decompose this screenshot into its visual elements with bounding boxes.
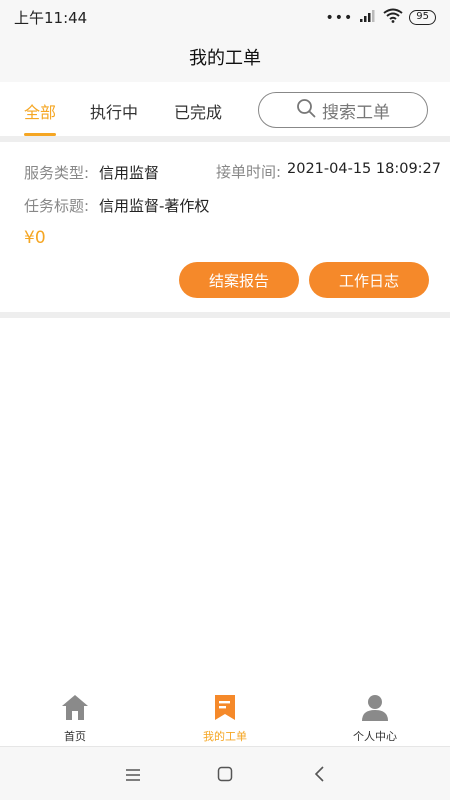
title-bar: 我的工单 — [0, 32, 450, 82]
order-card[interactable]: 服务类型: 信用监督 接单时间: 2021-04-15 18:09:27 任务标… — [0, 142, 450, 312]
menu-icon[interactable] — [125, 767, 141, 786]
accept-time-label: 接单时间: — [216, 163, 282, 181]
order-icon — [210, 692, 240, 726]
case-report-button[interactable]: 结案报告 — [179, 262, 299, 298]
wifi-icon — [383, 8, 403, 27]
system-nav-bar — [0, 746, 450, 800]
task-title-label: 任务标题: — [24, 197, 90, 215]
work-log-button[interactable]: 工作日志 — [309, 262, 429, 298]
order-price: ¥0 — [24, 228, 46, 248]
divider — [0, 312, 450, 318]
nav-profile[interactable]: 个人中心 — [325, 692, 425, 744]
search-icon — [296, 98, 316, 122]
nav-my-orders[interactable]: 我的工单 — [175, 692, 275, 744]
bottom-nav: 首页 我的工单 个人中心 — [0, 688, 450, 746]
tab-bar: 全部 执行中 已完成 搜索工单 — [0, 82, 450, 136]
more-dots: ••• — [325, 9, 354, 26]
signal-icon — [359, 8, 377, 27]
accept-time-value: 2021-04-15 18:09:27 — [287, 161, 441, 177]
status-icons: ••• 95 — [325, 8, 436, 27]
back-icon[interactable] — [313, 765, 325, 787]
home-square-icon[interactable] — [217, 766, 233, 786]
tab-in-progress[interactable]: 执行中 — [90, 99, 138, 123]
page-title: 我的工单 — [189, 48, 261, 69]
search-button[interactable]: 搜索工单 — [258, 92, 428, 128]
task-title-value: 信用监督-著作权 — [99, 197, 210, 215]
home-icon — [60, 692, 90, 726]
nav-home-label: 首页 — [64, 730, 86, 743]
nav-profile-label: 个人中心 — [353, 730, 397, 743]
search-placeholder: 搜索工单 — [322, 102, 390, 123]
nav-home[interactable]: 首页 — [25, 692, 125, 744]
tab-completed[interactable]: 已完成 — [174, 99, 222, 123]
status-time: 上午11:44 — [14, 9, 88, 27]
service-type-value: 信用监督 — [99, 164, 160, 182]
status-bar: 上午11:44 ••• 95 — [0, 0, 450, 32]
service-type-label: 服务类型: — [24, 164, 90, 182]
battery-indicator: 95 — [409, 10, 436, 25]
nav-my-orders-label: 我的工单 — [203, 730, 247, 743]
tab-all[interactable]: 全部 — [24, 99, 56, 123]
person-icon — [360, 692, 390, 726]
